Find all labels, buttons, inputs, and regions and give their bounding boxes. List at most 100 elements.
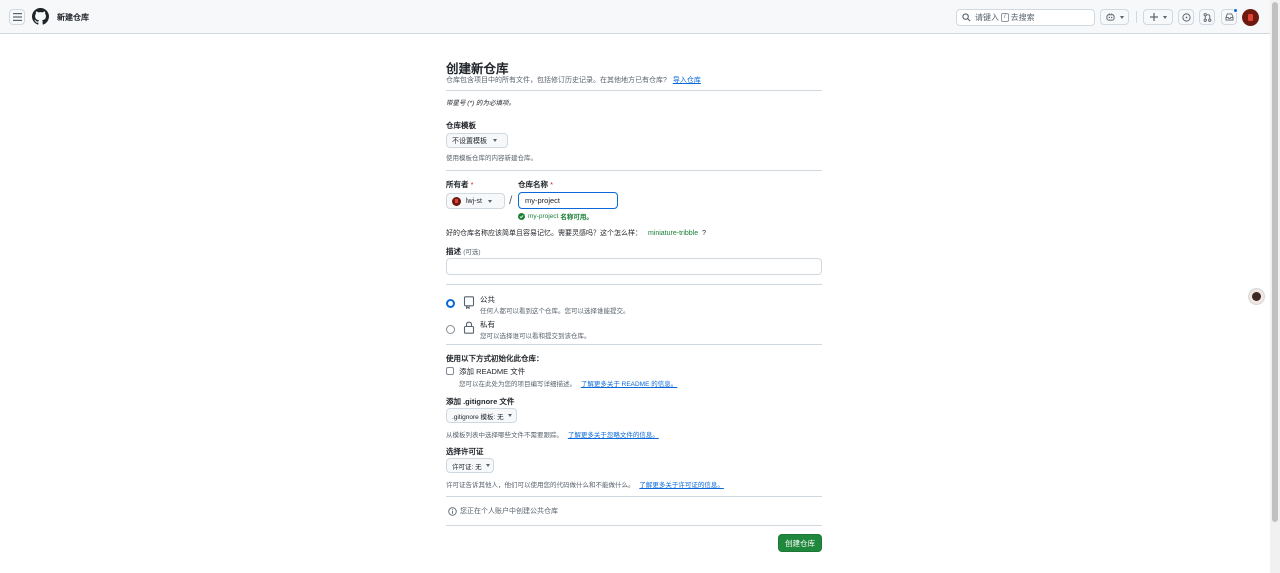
name-suggestion: 好的仓库名称应该简单且容易记忆。需要灵感吗？这个怎么样： miniature-t… (446, 228, 706, 238)
owner-value: lwj-st (466, 197, 482, 205)
search-icon (962, 13, 971, 22)
pull-request-icon (1203, 12, 1211, 22)
available-name: my-project (528, 212, 559, 220)
chevron-down-icon (1162, 15, 1167, 19)
owner-label: 所有者 * (446, 179, 474, 190)
issues-button[interactable] (1178, 9, 1194, 25)
inbox-icon (1225, 13, 1233, 21)
info-icon (448, 506, 457, 516)
gitignore-note: 从模板列表中选择哪些文件不需要跟踪。 了解更多关于忽略文件的信息。 (446, 429, 659, 439)
owner-avatar (452, 196, 461, 206)
readme-learn-more-link[interactable]: 了解更多关于 README 的信息。 (581, 381, 677, 388)
repo-name-value: my-project (525, 196, 561, 205)
user-avatar[interactable] (1242, 9, 1259, 26)
scrollbar-thumb[interactable] (1272, 2, 1278, 522)
section-divider (446, 525, 822, 526)
notification-indicator (1233, 8, 1238, 13)
assistant-avatar[interactable] (1248, 288, 1265, 305)
chevron-down-icon (485, 464, 490, 467)
public-description: 任何人都可以看到这个仓库。您可以选择谁能提交。 (480, 308, 630, 315)
gitignore-dropdown[interactable]: .gitignore 模板: 无 (446, 408, 517, 423)
copilot-button[interactable] (1100, 9, 1129, 25)
visibility-private-radio[interactable] (446, 325, 455, 334)
create-repository-button[interactable]: 创建仓库 (778, 534, 822, 552)
template-note: 使用模板仓库的内容新建仓库。 (446, 155, 537, 162)
description-label: 描述 (可选) (446, 246, 481, 257)
repo-name-label: 仓库名称 * (518, 179, 553, 190)
assistant-face-icon (1252, 292, 1261, 301)
owner-name-slash: / (509, 193, 513, 207)
plus-icon (1149, 13, 1158, 21)
license-value: 许可证: 无 (452, 463, 482, 471)
init-label: 使用以下方式初始化此仓库： (446, 354, 544, 363)
search-key-hint: / (1001, 13, 1009, 22)
license-note-text: 许可证告诉其他人，他们可以使用您的代码做什么和不能做什么。 (446, 482, 635, 489)
hamburger-icon (12, 13, 22, 21)
license-label: 选择许可证 (446, 447, 484, 456)
template-dropdown[interactable]: 不设置模板 (446, 133, 508, 148)
gitignore-label: 添加 .gitignore 文件 (446, 397, 515, 406)
visibility-info: 您正在个人账户中创建公共仓库 (448, 506, 558, 516)
name-availability: my-project 名称可用。 (518, 211, 593, 221)
readme-note: 您可以在此处为您的项目编写详细描述。 了解更多关于 README 的信息。 (459, 378, 677, 388)
private-description: 您可以选择谁可以看和提交到该仓库。 (480, 333, 591, 340)
license-dropdown[interactable]: 许可证: 无 (446, 458, 494, 473)
header-divider (1136, 11, 1137, 23)
menu-button[interactable] (9, 9, 25, 25)
import-repo-link[interactable]: 导入仓库 (673, 77, 701, 84)
section-divider (446, 496, 822, 497)
private-title: 私有 (480, 320, 495, 329)
top-navigation-bar: 新建仓库 请键入 / 去搜索 (0, 0, 1270, 34)
description-label-text: 描述 (446, 247, 461, 256)
page-scrollbar[interactable] (1270, 0, 1280, 573)
chevron-down-icon (493, 139, 497, 142)
create-new-button[interactable] (1143, 9, 1173, 25)
repo-name-label-text: 仓库名称 (518, 180, 548, 189)
section-divider (446, 90, 822, 91)
owner-label-text: 所有者 (446, 180, 469, 189)
required-note: 带星号 (*) 的为必填项。 (446, 100, 515, 107)
avatar-flag-icon (1248, 14, 1253, 21)
available-suffix: 名称可用。 (560, 214, 593, 221)
check-circle-icon (518, 212, 525, 220)
required-star: * (550, 180, 554, 189)
chevron-down-icon (487, 199, 492, 203)
description-optional: (可选) (463, 249, 481, 256)
suggestion-question: ? (702, 230, 706, 237)
pull-requests-button[interactable] (1199, 9, 1215, 25)
search-input[interactable]: 请键入 / 去搜索 (956, 9, 1095, 26)
gitignore-value: .gitignore 模板: 无 (452, 413, 504, 421)
suggested-name-link[interactable]: miniature-tribble (648, 230, 698, 237)
repo-icon (463, 296, 475, 309)
lock-icon (463, 321, 475, 334)
license-learn-more-link[interactable]: 了解更多关于许可证的信息。 (639, 482, 724, 489)
gitignore-learn-more-link[interactable]: 了解更多关于忽略文件的信息。 (568, 432, 659, 439)
subtitle-text: 仓库包含项目中的所有文件，包括修订历史记录。在其他地方已有仓库? (446, 77, 667, 84)
github-logo-icon[interactable] (32, 8, 49, 25)
visibility-info-text: 您正在个人账户中创建公共仓库 (460, 508, 558, 515)
form-subtitle: 仓库包含项目中的所有文件，包括修订历史记录。在其他地方已有仓库? 导入仓库 (446, 75, 701, 85)
section-divider (446, 284, 822, 285)
chevron-down-icon (1119, 15, 1124, 19)
section-divider (446, 170, 822, 171)
section-divider (446, 344, 822, 345)
readme-label: 添加 README 文件 (459, 367, 526, 376)
chevron-down-icon (507, 414, 512, 417)
required-star: * (470, 180, 474, 189)
description-input[interactable] (446, 258, 822, 275)
visibility-public-radio[interactable] (446, 299, 455, 308)
suggestion-text: 好的仓库名称应该简单且容易记忆。需要灵感吗？这个怎么样： (446, 230, 642, 237)
template-label: 仓库模板 (446, 121, 476, 130)
owner-dropdown[interactable]: lwj-st (446, 193, 505, 209)
repo-name-input[interactable]: my-project (518, 192, 618, 209)
page-title: 新建仓库 (57, 13, 89, 22)
license-note: 许可证告诉其他人，他们可以使用您的代码做什么和不能做什么。 了解更多关于许可证的… (446, 479, 724, 489)
readme-checkbox[interactable] (446, 367, 454, 375)
search-prefix: 请键入 (975, 13, 999, 22)
template-value: 不设置模板 (452, 137, 487, 145)
copilot-icon (1105, 13, 1115, 21)
readme-note-text: 您可以在此处为您的项目编写详细描述。 (459, 381, 576, 388)
issue-opened-icon (1181, 12, 1191, 22)
search-suffix: 去搜索 (1010, 13, 1035, 22)
gitignore-note-text: 从模板列表中选择哪些文件不需要跟踪。 (446, 432, 563, 439)
